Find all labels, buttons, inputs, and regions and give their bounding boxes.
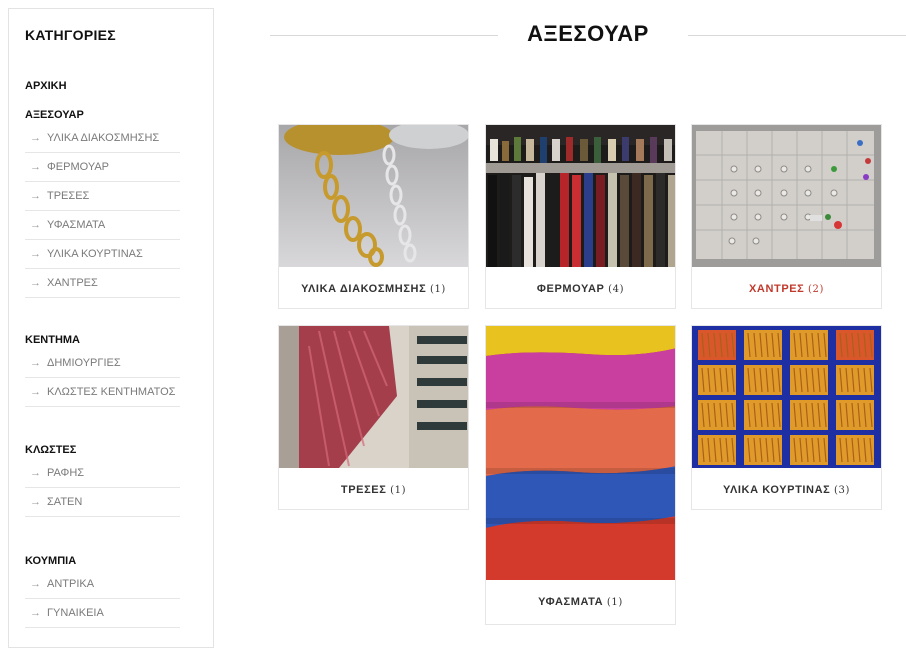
arrow-right-icon: → — [30, 248, 41, 260]
sidebar-item-label: ΥΛΙΚΑ ΔΙΑΚΟΣΜΗΣΗΣ — [47, 132, 160, 144]
categories-sidebar — [8, 8, 214, 648]
arrow-right-icon: → — [30, 467, 41, 479]
category-name: ΦΕΡΜΟΥΑΡ — [536, 283, 605, 295]
category-name: ΥΛΙΚΑ ΔΙΑΚΟΣΜΗΣΗΣ — [301, 283, 427, 295]
category-count: (1) — [606, 597, 623, 608]
category-image — [692, 326, 881, 468]
arrow-right-icon: → — [30, 190, 41, 202]
arrow-right-icon: → — [30, 607, 41, 619]
category-count: (1) — [429, 284, 446, 295]
category-count: (2) — [808, 284, 825, 295]
sidebar-category-threads[interactable]: ΚΛΩΣΤΕΣ — [25, 444, 76, 456]
category-image — [486, 326, 675, 580]
sidebar-item-label: ΣΑΤΕΝ — [47, 496, 83, 508]
sidebar-item-label: ΧΑΝΤΡΕΣ — [47, 277, 98, 289]
sidebar-link-home[interactable]: ΑΡΧΙΚΗ — [25, 80, 67, 92]
arrow-right-icon: → — [30, 357, 41, 369]
category-count: (1) — [390, 485, 407, 496]
category-name: ΤΡΕΣΕΣ — [340, 484, 387, 496]
category-image — [692, 125, 881, 267]
category-card[interactable]: ΤΡΕΣΕΣ (1) — [278, 325, 469, 510]
sidebar-item-label: ΤΡΕΣΕΣ — [47, 190, 90, 202]
arrow-right-icon: → — [30, 132, 41, 144]
sidebar-item-label: ΥΦΑΣΜΑΤΑ — [47, 219, 106, 231]
category-count: (4) — [608, 284, 625, 295]
sidebar-item[interactable]: → ΥΦΑΣΜΑΤΑ — [25, 211, 180, 240]
category-card[interactable]: ΧΑΝΤΡΕΣ (2) — [691, 124, 882, 309]
category-name: ΧΑΝΤΡΕΣ — [748, 283, 805, 295]
page-title: ΑΞΕΣΟΥΑΡ — [527, 21, 649, 46]
arrow-right-icon: → — [30, 578, 41, 590]
category-image — [279, 125, 468, 267]
category-name: ΥΛΙΚΑ ΚΟΥΡΤΙΝΑΣ — [723, 484, 831, 496]
sidebar-item[interactable]: → ΥΛΙΚΑ ΚΟΥΡΤΙΝΑΣ — [25, 240, 180, 269]
sidebar-item[interactable]: → ΥΛΙΚΑ ΔΙΑΚΟΣΜΗΣΗΣ — [25, 124, 180, 153]
sidebar-item[interactable]: → ΣΑΤΕΝ — [25, 488, 180, 517]
sidebar-item[interactable]: → ΔΗΜΙΟΥΡΓΙΕΣ — [25, 349, 180, 378]
sidebar-item[interactable]: → ΓΥΝΑΙΚΕΙΑ — [25, 599, 180, 628]
category-label: ΦΕΡΜΟΥΑΡ (4) — [486, 283, 675, 295]
sidebar-item[interactable]: → ΤΡΕΣΕΣ — [25, 182, 180, 211]
sidebar-item[interactable]: → ΡΑΦΗΣ — [25, 459, 180, 488]
sidebar-category-embroidery[interactable]: ΚΕΝΤΗΜΑ — [25, 334, 80, 346]
page-heading: ΑΞΕΣΟΥΑΡ — [270, 18, 906, 54]
category-card[interactable]: ΥΛΙΚΑ ΚΟΥΡΤΙΝΑΣ (3) — [691, 325, 882, 510]
sidebar-category-buttons[interactable]: ΚΟΥΜΠΙΑ — [25, 555, 76, 567]
sidebar-item-label: ΡΑΦΗΣ — [47, 467, 85, 479]
sidebar-title: ΚΑΤΗΓΟΡΙΕΣ — [25, 27, 116, 43]
sidebar-item-label: ΓΥΝΑΙΚΕΙΑ — [47, 607, 104, 619]
sidebar-item[interactable]: → ΚΛΩΣΤΕΣ ΚΕΝΤΗΜΑΤΟΣ — [25, 378, 180, 407]
category-image — [486, 125, 675, 267]
category-label: ΥΛΙΚΑ ΚΟΥΡΤΙΝΑΣ (3) — [692, 484, 881, 496]
category-label: ΧΑΝΤΡΕΣ (2) — [692, 283, 881, 295]
category-card[interactable]: ΥΛΙΚΑ ΔΙΑΚΟΣΜΗΣΗΣ (1) — [278, 124, 469, 309]
sidebar-category-accessories[interactable]: ΑΞΕΣΟΥΑΡ — [25, 109, 84, 121]
sidebar-item[interactable]: → ΧΑΝΤΡΕΣ — [25, 269, 180, 298]
arrow-right-icon: → — [30, 161, 41, 173]
sidebar-item[interactable]: → ΑΝΤΡΙΚΑ — [25, 570, 180, 599]
sidebar-item-label: ΑΝΤΡΙΚΑ — [47, 578, 95, 590]
category-card[interactable]: ΥΦΑΣΜΑΤΑ (1) — [485, 325, 676, 625]
category-image — [279, 326, 468, 468]
category-name: ΥΦΑΣΜΑΤΑ — [538, 596, 604, 608]
arrow-right-icon: → — [30, 219, 41, 231]
sidebar-item-label: ΦΕΡΜΟΥΑΡ — [47, 161, 110, 173]
category-card[interactable]: ΦΕΡΜΟΥΑΡ (4) — [485, 124, 676, 309]
category-label: ΥΦΑΣΜΑΤΑ (1) — [486, 596, 675, 608]
category-label: ΥΛΙΚΑ ΔΙΑΚΟΣΜΗΣΗΣ (1) — [279, 283, 468, 295]
arrow-right-icon: → — [30, 386, 41, 398]
category-count: (3) — [834, 485, 850, 496]
arrow-right-icon: → — [30, 496, 41, 508]
sidebar-item[interactable]: → ΦΕΡΜΟΥΑΡ — [25, 153, 180, 182]
sidebar-item-label: ΔΗΜΙΟΥΡΓΙΕΣ — [47, 357, 121, 369]
arrow-right-icon: → — [30, 277, 41, 289]
sidebar-item-label: ΚΛΩΣΤΕΣ ΚΕΝΤΗΜΑΤΟΣ — [47, 386, 176, 398]
category-label: ΤΡΕΣΕΣ (1) — [279, 484, 468, 496]
sidebar-item-label: ΥΛΙΚΑ ΚΟΥΡΤΙΝΑΣ — [47, 248, 143, 260]
